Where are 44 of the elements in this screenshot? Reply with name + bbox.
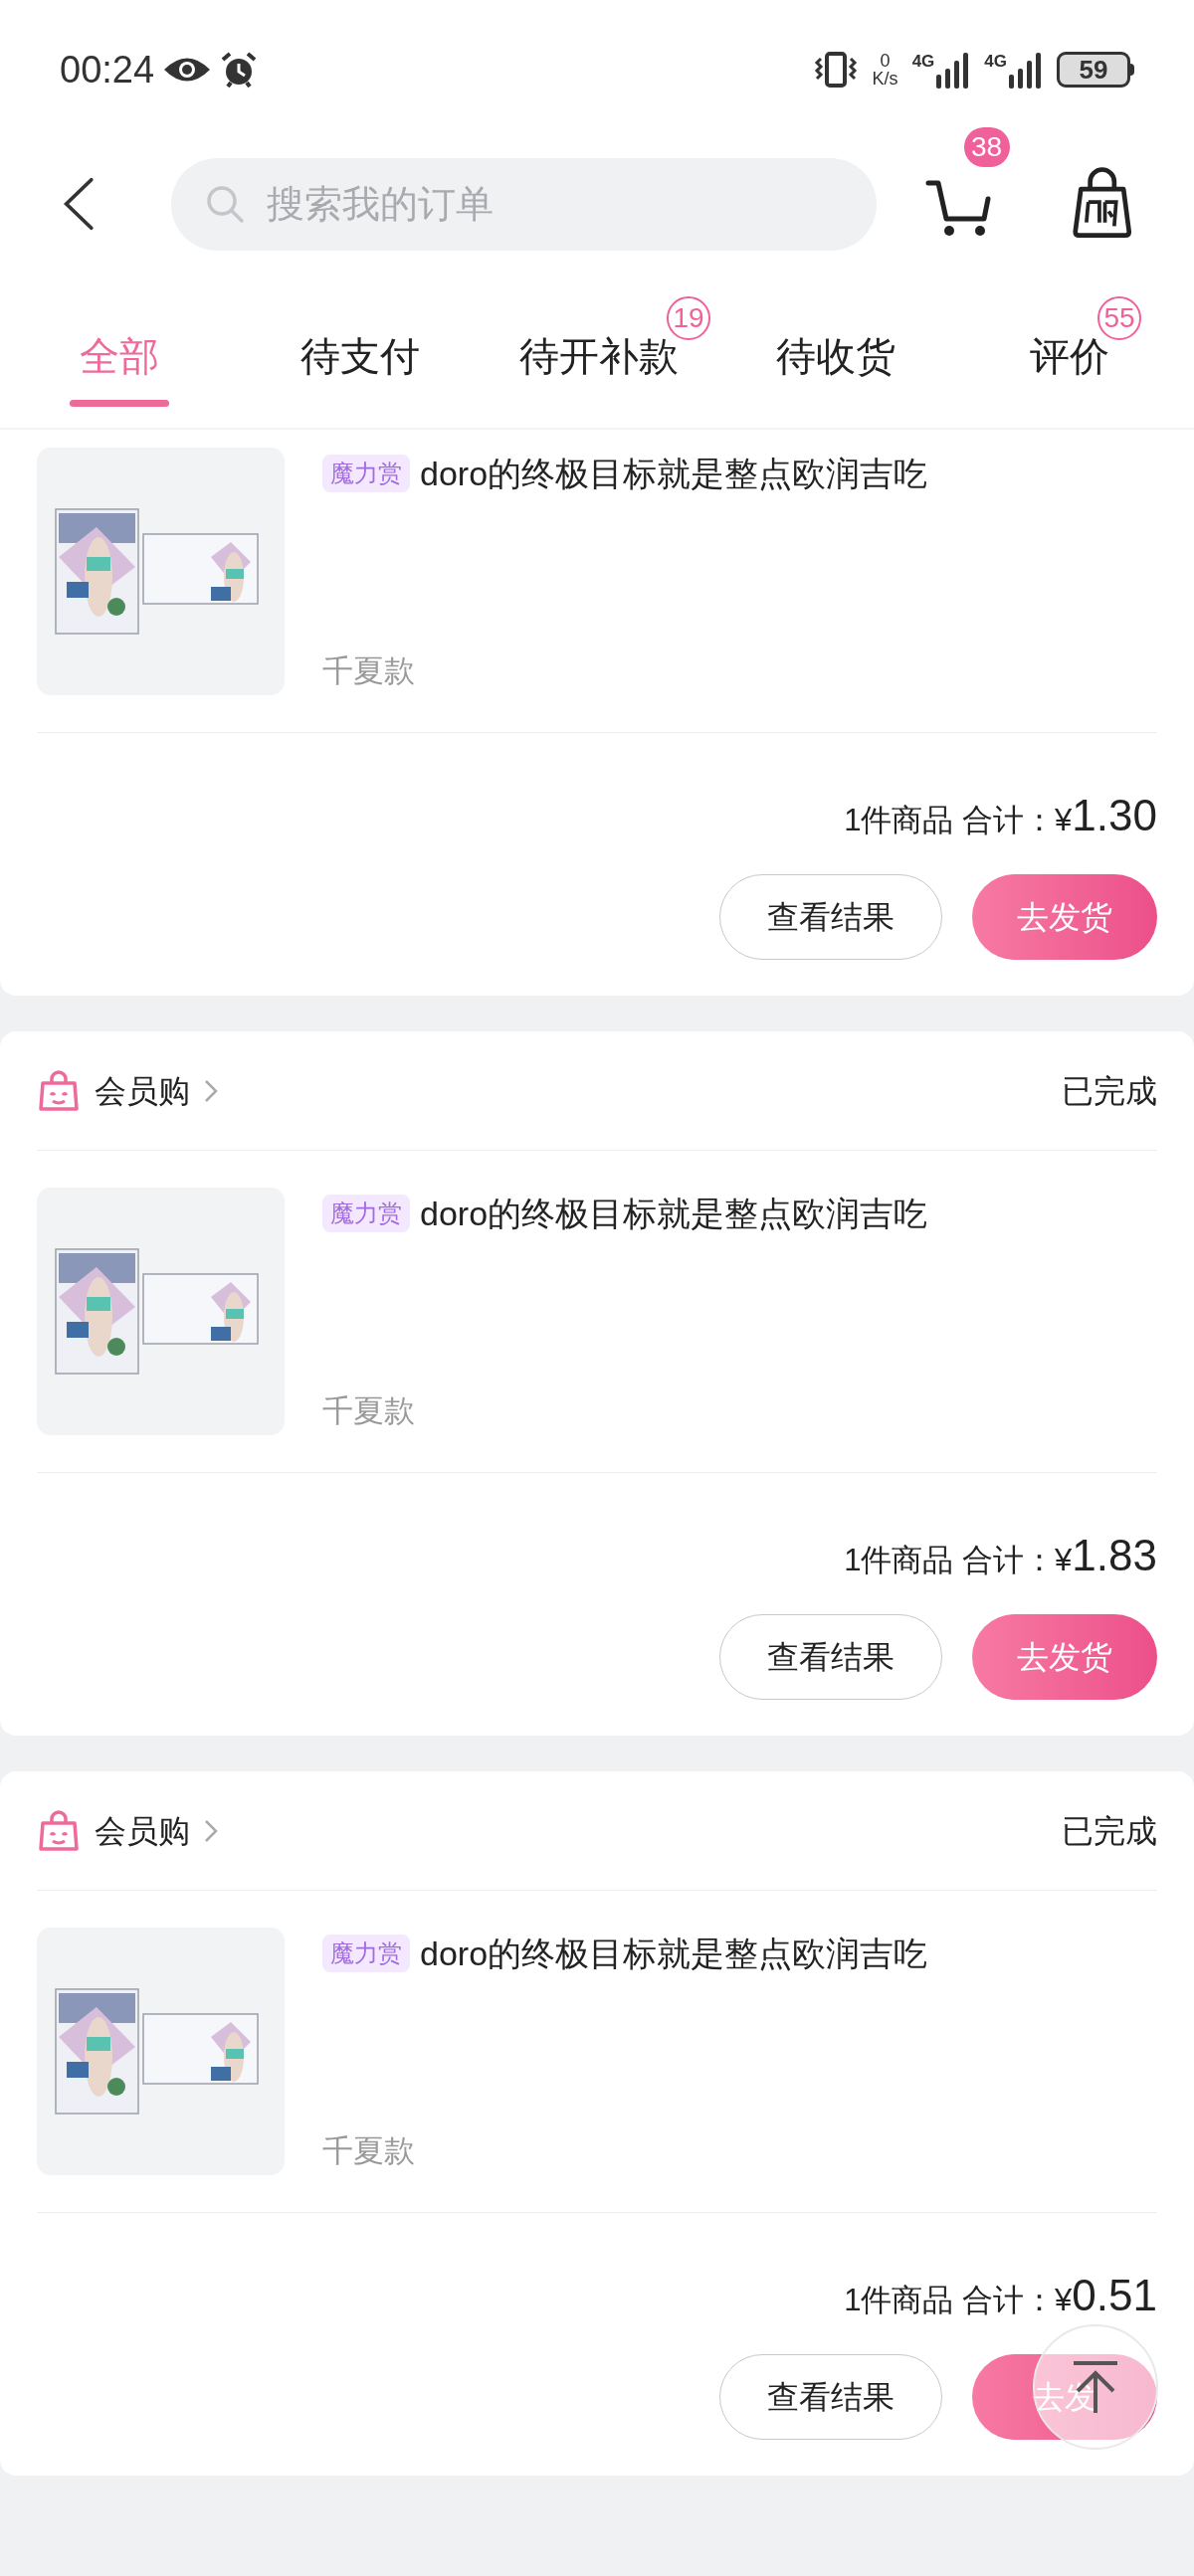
order-total: ¥1.83 [1055, 1530, 1157, 1581]
signal-icon [936, 51, 971, 89]
chevron-right-icon [204, 1078, 218, 1103]
net-speed-value: 0 [880, 52, 891, 70]
net-speed-unit: K/s [872, 70, 898, 88]
product-spec: 千夏款 [322, 2132, 416, 2170]
back-icon[interactable] [62, 175, 96, 233]
order-status: 已完成 [1062, 1071, 1157, 1111]
tab-badge: 55 [1097, 296, 1141, 340]
cart-badge: 38 [963, 127, 1010, 167]
shop-bag-icon [37, 1808, 81, 1853]
order-summary: 1件商品 合计： [844, 1542, 1056, 1579]
product-spec: 千夏款 [322, 652, 416, 690]
search-field[interactable]: 搜索我的订单 [170, 157, 877, 251]
action-button[interactable]: 查看结果 [719, 1614, 942, 1700]
tab-badge: 19 [667, 296, 710, 340]
signal-icon [1009, 51, 1043, 89]
order-summary: 1件商品 合计： [844, 2282, 1056, 2319]
chevron-right-icon [204, 1818, 218, 1843]
order-total: ¥1.30 [1055, 790, 1157, 841]
product-title: doro的终极目标就是整点欧润吉吃 [420, 1194, 928, 1233]
tab[interactable]: 待收货 [776, 330, 896, 408]
product-tag: 魔力赏 [322, 1934, 410, 1972]
status-time: 00:24 [60, 47, 155, 92]
battery-indicator: 59 [1057, 52, 1130, 88]
order-status: 已完成 [1062, 1811, 1157, 1851]
product-title: doro的终极目标就是整点欧润吉吃 [420, 1933, 928, 1973]
product-spec: 千夏款 [322, 1392, 416, 1430]
shop-bag-icon [37, 1068, 81, 1113]
search-icon [204, 183, 245, 224]
tab[interactable]: 待支付 [300, 330, 420, 408]
alarm-icon [220, 51, 259, 89]
action-button[interactable]: 查看结果 [719, 2354, 942, 2440]
network-label: 4G [984, 53, 1007, 70]
order-total: ¥0.51 [1055, 2270, 1157, 2321]
network-label: 4G [911, 53, 935, 70]
shop-name[interactable]: 会员购 [95, 1806, 190, 1855]
vibrate-icon [812, 51, 859, 89]
product-tag: 魔力赏 [322, 455, 410, 492]
action-button[interactable]: 查看结果 [719, 874, 942, 960]
shop-name[interactable]: 会员购 [95, 1066, 190, 1115]
order-summary: 1件商品 合计： [844, 802, 1056, 839]
product-tag: 魔力赏 [322, 1195, 410, 1232]
product-title: doro的终极目标就是整点欧润吉吃 [420, 454, 928, 493]
